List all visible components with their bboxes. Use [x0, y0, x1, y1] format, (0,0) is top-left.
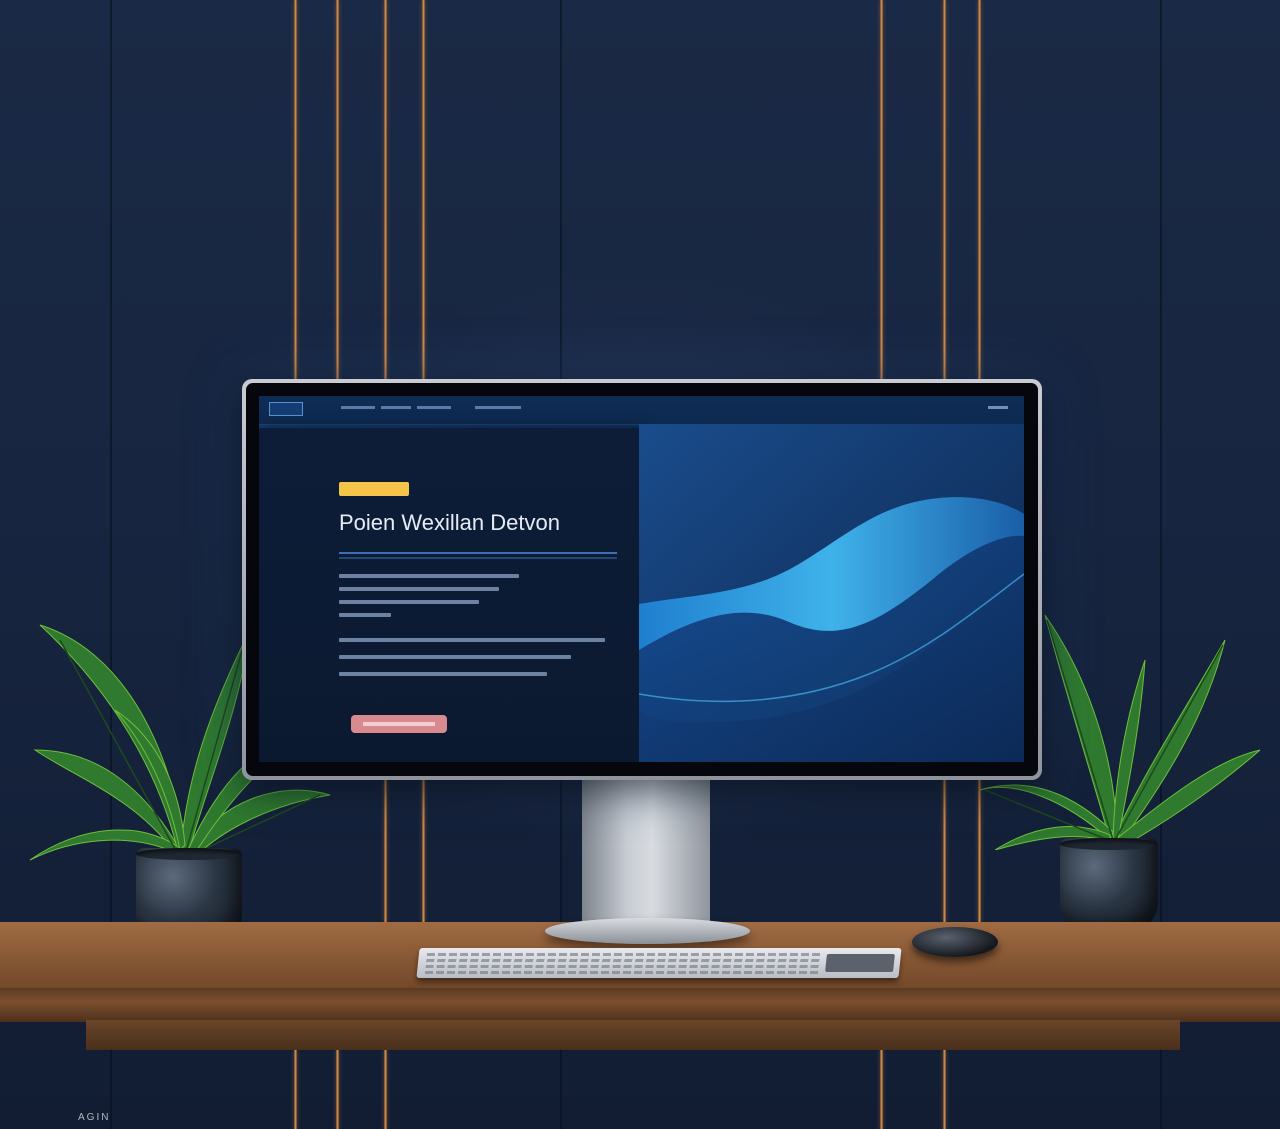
- brass-strip: [336, 1050, 339, 1129]
- desk-scene: Poien Wexillan Detvon AGIN: [0, 0, 1280, 1129]
- hero-paragraph-line: [339, 655, 571, 659]
- hero-title: Poien Wexillan Detvon: [339, 510, 560, 535]
- mouse[interactable]: [912, 927, 998, 957]
- monitor-stand: [582, 780, 710, 925]
- hero-paragraph-line: [339, 587, 499, 591]
- hero-divider: [339, 557, 617, 559]
- nav-menu-icon[interactable]: [988, 406, 1008, 409]
- hero-paragraph-line: [339, 600, 479, 604]
- cta-button-label: [363, 722, 435, 726]
- nav-link[interactable]: [381, 406, 411, 409]
- keyboard-row: [426, 953, 822, 956]
- brass-strip: [336, 0, 339, 380]
- keyboard[interactable]: [416, 948, 902, 978]
- site-navbar: [259, 396, 1024, 425]
- hero-paragraph-line: [339, 574, 519, 578]
- hero-paragraph-line: [339, 638, 605, 642]
- desk-edge: [0, 988, 1280, 1022]
- cta-button[interactable]: [351, 715, 447, 733]
- watermark-text: AGIN: [78, 1112, 111, 1123]
- hero-paragraph-line: [339, 672, 547, 676]
- hero-divider: [339, 552, 617, 554]
- nav-link[interactable]: [341, 406, 375, 409]
- right-plant-pot: [1060, 838, 1158, 932]
- brass-strip: [384, 0, 387, 380]
- brass-strip: [943, 780, 946, 922]
- brass-strip: [384, 780, 387, 922]
- brass-strip: [880, 0, 883, 380]
- brass-strip: [880, 1050, 883, 1129]
- hero-badge: [339, 482, 409, 496]
- hero-paragraph-line: [339, 613, 391, 617]
- site-logo-icon[interactable]: [269, 402, 303, 416]
- abstract-wave-icon: [639, 424, 1024, 762]
- brass-strip: [943, 0, 946, 380]
- keyboard-row: [426, 959, 821, 962]
- hero-card: Poien Wexillan Detvon: [259, 428, 639, 762]
- keyboard-numpad: [825, 954, 895, 972]
- monitor: Poien Wexillan Detvon: [242, 379, 1042, 780]
- keyboard-row: [425, 965, 820, 968]
- brass-strip: [943, 1050, 946, 1129]
- brass-strip: [422, 0, 425, 380]
- desk-apron: [86, 1020, 1180, 1050]
- brass-strip: [422, 780, 425, 922]
- monitor-stand-base: [545, 918, 750, 944]
- keyboard-row: [424, 971, 820, 974]
- brass-strip: [294, 1050, 297, 1129]
- brass-strip: [978, 0, 981, 380]
- nav-link[interactable]: [475, 406, 521, 409]
- nav-link[interactable]: [417, 406, 451, 409]
- brass-strip: [384, 1050, 387, 1129]
- brass-strip: [294, 0, 297, 380]
- monitor-screen: Poien Wexillan Detvon: [259, 396, 1024, 762]
